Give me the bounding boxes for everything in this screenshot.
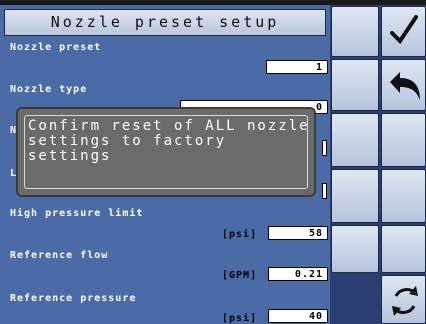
side-button-6[interactable]: [381, 169, 426, 223]
reference-flow-unit: [GPM]: [222, 270, 258, 281]
page-title: Nozzle preset setup: [4, 9, 326, 36]
confirm-reset-dialog[interactable]: Confirm reset of ALL nozzle settings to …: [16, 107, 316, 197]
reference-pressure-label: Reference pressure: [10, 293, 137, 304]
dialog-message: Confirm reset of ALL nozzle settings to …: [28, 118, 310, 164]
nozzle-type-label: Nozzle type: [10, 84, 88, 95]
side-button-2[interactable]: [331, 59, 379, 111]
side-button-3[interactable]: [331, 113, 379, 167]
back-button[interactable]: [381, 59, 426, 111]
nozzle-preset-field[interactable]: 1: [266, 60, 328, 74]
accept-button[interactable]: [381, 6, 426, 57]
high-pressure-limit-field[interactable]: 58: [268, 226, 328, 240]
nozzle-preset-label: Nozzle preset: [10, 42, 102, 53]
row4-field-edge[interactable]: [322, 183, 327, 199]
refresh-icon: [392, 286, 418, 316]
row3-field-edge[interactable]: [322, 140, 327, 156]
checkmark-icon: [390, 15, 418, 45]
high-pressure-limit-label: High pressure limit: [10, 208, 144, 219]
side-button-4[interactable]: [381, 113, 426, 167]
side-button-7[interactable]: [331, 225, 379, 273]
nozzle-preset-setup-screen: Nozzle preset setup Nozzle preset 1 Nozz…: [0, 0, 426, 324]
reference-flow-field[interactable]: 0.21: [268, 267, 328, 281]
back-arrow-icon: [390, 72, 420, 100]
side-button-5[interactable]: [331, 169, 379, 223]
reset-button[interactable]: [381, 275, 426, 324]
reference-pressure-field[interactable]: 40: [268, 309, 328, 323]
side-button-8[interactable]: [381, 225, 426, 273]
reference-flow-label: Reference flow: [10, 250, 109, 261]
high-pressure-limit-unit: [psi]: [222, 229, 258, 240]
side-button-1[interactable]: [331, 6, 379, 57]
reference-pressure-unit: [psi]: [222, 313, 258, 324]
